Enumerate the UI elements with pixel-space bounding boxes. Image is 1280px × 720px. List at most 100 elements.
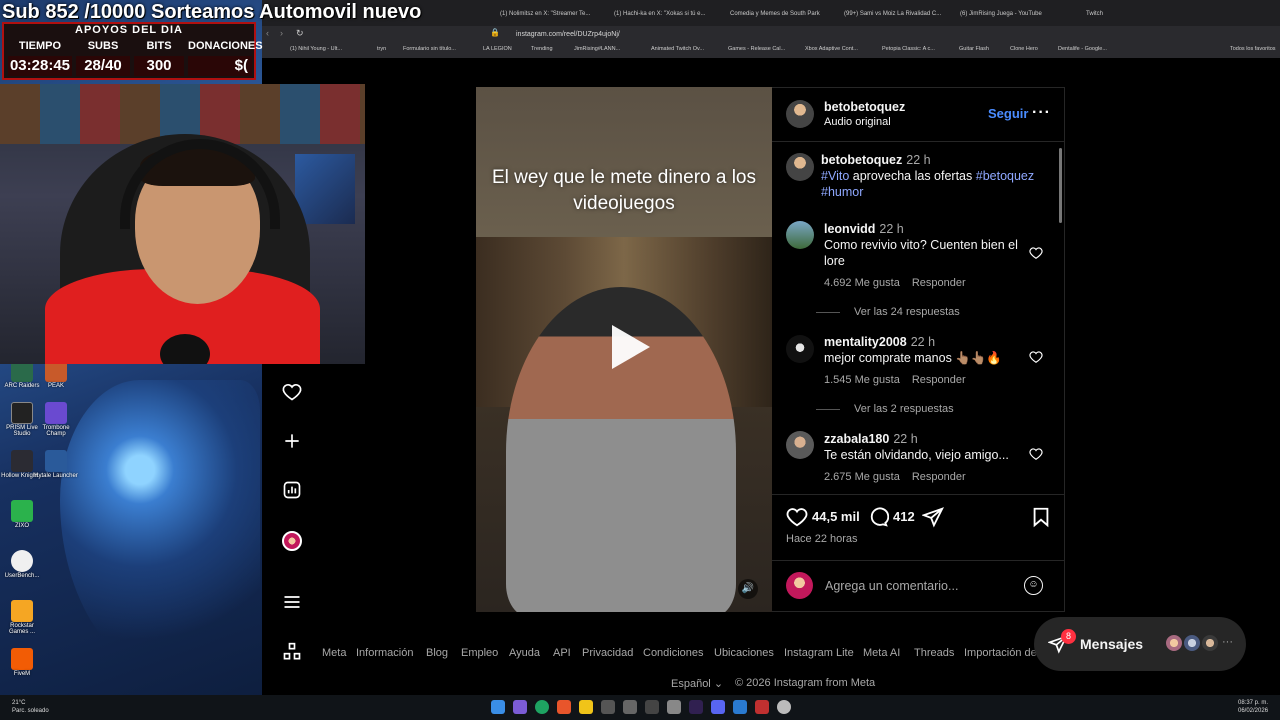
comment-avatar[interactable] xyxy=(786,431,814,459)
edge-icon[interactable] xyxy=(535,700,549,714)
reel-video[interactable]: El wey que le mete dinero a los videojue… xyxy=(476,87,772,612)
save-bookmark-icon[interactable] xyxy=(1030,506,1052,528)
back-icon[interactable]: ‹ xyxy=(266,28,269,38)
forward-icon[interactable]: › xyxy=(280,28,283,38)
view-replies[interactable]: Ver las 24 respuestas xyxy=(816,306,960,318)
footer-link-threads[interactable]: Threads xyxy=(914,647,954,659)
footer-link-ubicaciones[interactable]: Ubicaciones xyxy=(714,647,774,659)
footer-link-privacidad[interactable]: Privacidad xyxy=(582,647,633,659)
comment-avatar[interactable] xyxy=(786,335,814,363)
taskbar-app-icon[interactable] xyxy=(513,700,527,714)
taskbar-app-icon[interactable] xyxy=(601,700,615,714)
comment-input[interactable] xyxy=(825,578,1015,594)
folder-icon[interactable] xyxy=(579,700,593,714)
bookmark[interactable]: Clone Hero xyxy=(1010,46,1038,52)
desktop-icon-peak[interactable]: PEAK xyxy=(34,360,78,389)
volume-icon[interactable]: 🔊 xyxy=(738,579,758,599)
footer-link-ayuda[interactable]: Ayuda xyxy=(509,647,540,659)
bookmark-all[interactable]: Todos los favoritos xyxy=(1230,46,1276,52)
bookmark[interactable]: Dentalife - Google... xyxy=(1058,46,1107,52)
browser-tab[interactable]: (1) Nolimitsz en X: "Streamer Te... xyxy=(500,4,600,24)
bookmark[interactable]: Formulario sin título... xyxy=(403,46,456,52)
weather-widget[interactable]: 21°C Parc. soleado xyxy=(12,699,49,715)
footer-link-blog[interactable]: Blog xyxy=(426,647,448,659)
browser-tab[interactable]: (6) JimRising Juega - YouTube xyxy=(960,4,1060,24)
browser-tab[interactable]: Comedia y Memes de South Park xyxy=(730,4,830,24)
footer-link-condiciones[interactable]: Condiciones xyxy=(643,647,704,659)
hashtag[interactable]: #betoquez xyxy=(976,169,1034,183)
comment-like-icon[interactable] xyxy=(1029,350,1043,364)
reply-button[interactable]: Responder xyxy=(912,471,966,483)
bookmark[interactable]: Trending xyxy=(531,46,553,52)
bookmark[interactable]: (1) Nihil Young - Ult... xyxy=(290,46,342,52)
reply-button[interactable]: Responder xyxy=(912,277,966,289)
desktop-icon-rockstar[interactable]: Rockstar Games ... xyxy=(0,600,44,635)
share-icon[interactable] xyxy=(921,506,944,528)
footer-link-meta[interactable]: Meta xyxy=(322,647,346,659)
comment-user[interactable]: leonvidd xyxy=(824,222,875,236)
insights-icon[interactable] xyxy=(280,480,304,504)
footer-link-empleo[interactable]: Empleo xyxy=(461,647,498,659)
caption-avatar[interactable] xyxy=(786,153,814,181)
bookmark[interactable]: Games - Release Cal... xyxy=(728,46,785,52)
heart-icon[interactable] xyxy=(280,382,304,406)
comment-likes[interactable]: 2.675 Me gusta xyxy=(824,471,900,483)
bookmark[interactable]: JimRising#LANN... xyxy=(574,46,620,52)
play-icon[interactable] xyxy=(598,317,658,377)
url-field[interactable]: instagram.com/reel/DUZrp4ujoNj/ xyxy=(516,29,956,41)
taskbar-app-icon[interactable] xyxy=(777,700,791,714)
browser-tab[interactable]: (99+) Sami vs Moiz La Rivalidad C... xyxy=(844,4,944,24)
taskbar-app-icon[interactable] xyxy=(623,700,637,714)
follow-button[interactable]: Seguir xyxy=(988,106,1028,121)
like-count[interactable]: 44,5 mil xyxy=(812,509,860,524)
comment-user[interactable]: mentality2008 xyxy=(824,335,907,349)
create-plus-icon[interactable] xyxy=(280,431,304,455)
comment-like-icon[interactable] xyxy=(1029,246,1043,260)
start-icon[interactable] xyxy=(491,700,505,714)
bookmark[interactable]: Petopia Classic: A c... xyxy=(882,46,935,52)
desktop-icon-userbench[interactable]: UserBench... xyxy=(0,550,44,579)
reply-button[interactable]: Responder xyxy=(912,374,966,386)
footer-link-importacion[interactable]: Importación de xyxy=(964,647,1037,659)
view-replies[interactable]: Ver las 2 respuestas xyxy=(816,403,954,415)
bookmark[interactable]: Animated Twitch Ov... xyxy=(651,46,704,52)
hashtag[interactable]: #Vito xyxy=(821,169,849,183)
bookmark[interactable]: tryn xyxy=(377,46,386,52)
comment-like-icon[interactable] xyxy=(1029,447,1043,461)
caption-user[interactable]: betobetoquez xyxy=(821,153,902,167)
hashtag[interactable]: #humor xyxy=(821,185,863,199)
taskbar-app-icon[interactable] xyxy=(733,700,747,714)
system-clock[interactable]: 08:37 p. m. 06/02/2026 xyxy=(1238,699,1268,715)
taskbar-app-icon[interactable] xyxy=(755,700,769,714)
bookmark[interactable]: LA LEGION xyxy=(483,46,512,52)
footer-link-instagram-lite[interactable]: Instagram Lite xyxy=(784,647,854,659)
comment-icon[interactable] xyxy=(867,506,890,528)
desktop-icon-hytale[interactable]: Hytale Launcher xyxy=(34,450,78,479)
comment-count[interactable]: 412 xyxy=(893,509,915,524)
browser-tab[interactable]: Twitch xyxy=(1086,4,1166,24)
profile-avatar-icon[interactable] xyxy=(280,529,304,553)
taskbar-app-icon[interactable] xyxy=(645,700,659,714)
bookmark[interactable]: Xbox Adaptive Cont... xyxy=(805,46,858,52)
desktop-icon-fivem[interactable]: FiveM xyxy=(0,648,44,677)
menu-icon[interactable] xyxy=(280,592,304,616)
comment-likes[interactable]: 1.545 Me gusta xyxy=(824,374,900,386)
emoji-icon[interactable]: ☺ xyxy=(1024,576,1043,595)
comment-avatar[interactable] xyxy=(786,221,814,249)
more-apps-icon[interactable] xyxy=(280,642,304,666)
like-icon[interactable] xyxy=(786,506,808,528)
settings-icon[interactable] xyxy=(667,700,681,714)
obs-icon[interactable] xyxy=(689,700,703,714)
comments-scrollbar[interactable] xyxy=(1059,148,1062,223)
comment-user[interactable]: zzabala180 xyxy=(824,432,889,446)
desktop-icon-zixo[interactable]: ZIXO xyxy=(0,500,44,529)
reload-icon[interactable]: ↻ xyxy=(296,28,304,39)
footer-link-meta-ai[interactable]: Meta AI xyxy=(863,647,900,659)
footer-link-api[interactable]: API xyxy=(553,647,571,659)
language-select[interactable]: Español ⌄ xyxy=(671,677,723,690)
brave-icon[interactable] xyxy=(557,700,571,714)
author-username[interactable]: betobetoquez xyxy=(824,100,905,114)
comment-likes[interactable]: 4.692 Me gusta xyxy=(824,277,900,289)
audio-label[interactable]: Audio original xyxy=(824,116,891,128)
more-options-icon[interactable]: ··· xyxy=(1032,104,1051,122)
